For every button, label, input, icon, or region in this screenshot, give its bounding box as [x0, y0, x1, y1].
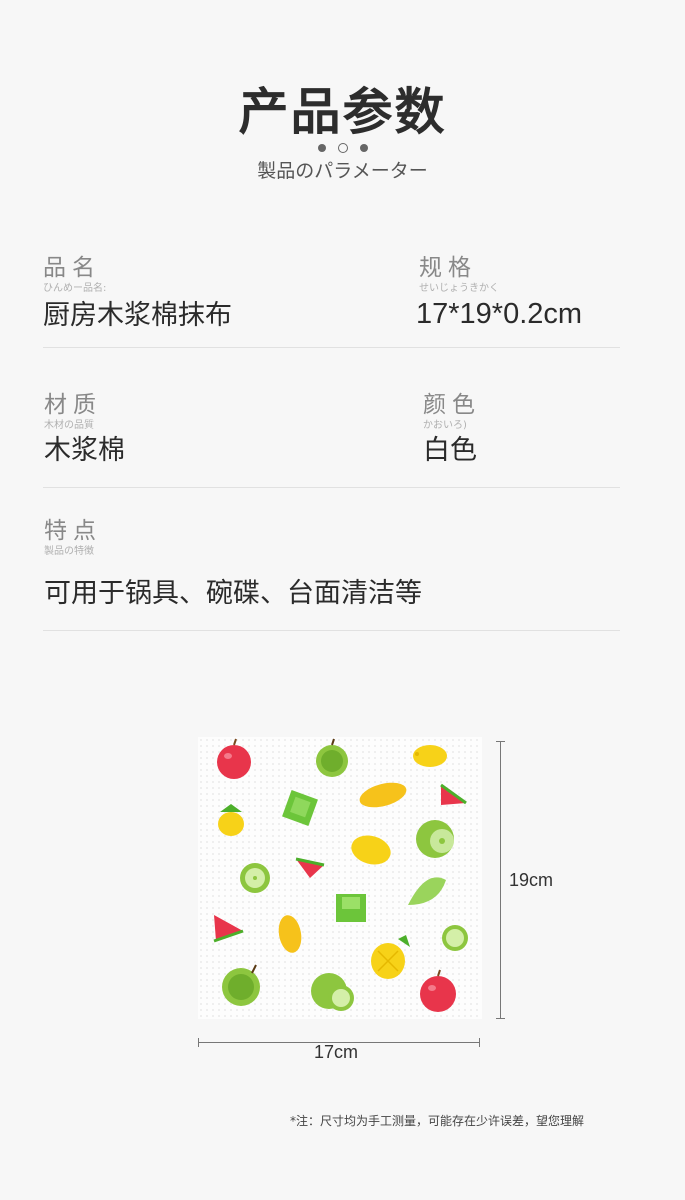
- param-name-ruby: ひんめー品名:: [43, 283, 107, 294]
- param-color-label: 颜色: [423, 392, 481, 418]
- param-feature-value: 可用于锅具、碗碟、台面清洁等: [44, 578, 422, 609]
- param-name: 品名 ひんめー品名: 厨房木浆棉抹布: [43, 255, 232, 333]
- param-feature-ruby: 製品の特徴: [44, 546, 94, 557]
- page-title: 产品参数: [238, 83, 447, 141]
- page-subtitle: 製品のパラメーター: [257, 160, 428, 182]
- param-size-ruby: せいじょうきかく: [419, 283, 499, 294]
- width-label: 17cm: [314, 1042, 359, 1062]
- param-material-value: 木浆棉: [44, 435, 125, 466]
- title-dots: [0, 137, 685, 153]
- dot-hollow-icon: [337, 142, 348, 153]
- divider: [43, 487, 620, 488]
- dot-icon: [359, 143, 368, 152]
- param-size-label: 规格: [419, 255, 477, 281]
- height-label: 19cm: [509, 870, 554, 890]
- param-size: 规格 せいじょうきかく 17*19*0.2cm: [416, 255, 583, 331]
- dot-icon: [317, 143, 326, 152]
- param-name-value: 厨房木浆棉抹布: [43, 300, 232, 331]
- height-dimension-line: [496, 741, 506, 1019]
- lemon-icon: [413, 745, 447, 767]
- param-color-value: 白色: [423, 435, 477, 466]
- param-material-ruby: 木材の品質: [44, 420, 94, 431]
- param-material-label: 材质: [44, 392, 102, 418]
- param-size-value: 17*19*0.2cm: [416, 298, 583, 330]
- param-color: 颜色 かおいろ) 白色: [423, 392, 481, 468]
- lime-icon: [240, 863, 270, 893]
- measurement-note: *注：尺寸均为手工测量，可能存在少许误差，望您理解: [290, 1114, 585, 1128]
- lime-icon: [442, 925, 468, 951]
- fruit-pattern: [198, 737, 482, 1019]
- divider: [43, 630, 620, 631]
- param-feature: 特点 製品の特徴 可用于锅具、碗碟、台面清洁等: [44, 518, 422, 611]
- param-color-ruby: かおいろ): [423, 420, 467, 431]
- lime-icon: [416, 820, 454, 858]
- param-name-label: 品名: [43, 255, 101, 281]
- product-image: [198, 737, 482, 1019]
- param-feature-label: 特点: [44, 518, 102, 544]
- divider: [43, 347, 620, 348]
- param-material: 材质 木材の品質 木浆棉: [44, 392, 125, 468]
- green-cube-icon: [336, 894, 366, 922]
